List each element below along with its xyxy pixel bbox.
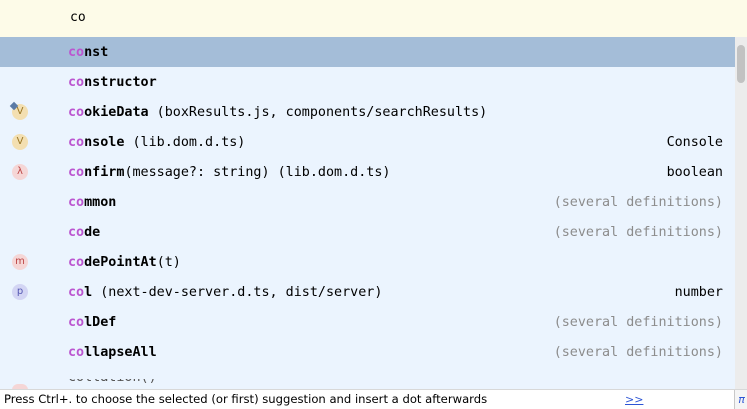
completion-item-name: nst [84,44,109,60]
completion-item-label: cookieData (boxResults.js, components/se… [68,105,487,120]
partial-item-text: collation() [68,379,188,385]
completion-item-label: colDef [68,315,116,330]
completion-match-prefix: co [68,254,85,270]
completion-item-name: mmon [84,194,117,210]
completion-item-detail: (next-dev-server.d.ts, dist/server) [92,284,383,300]
completion-item[interactable]: const [0,37,735,67]
completion-item[interactable]: Vconsole (lib.dom.d.ts) Console [0,127,735,157]
completion-item-label: const [68,45,108,60]
variable-icon: V [12,104,28,120]
completion-item-label: codePointAt(t) [68,255,181,270]
completion-item-name: de [84,224,101,240]
completion-scrollbar[interactable] [735,37,747,389]
completion-item-name: okieData [84,104,149,120]
completion-item[interactable]: VcookieData (boxResults.js, components/s… [0,97,735,127]
completion-item-name: l [84,284,93,300]
completion-item[interactable]: constructor [0,67,735,97]
function-icon: λ [12,164,28,180]
completion-item-type: boolean [666,164,723,180]
completion-item[interactable]: collapseAll (several definitions) [0,337,735,367]
completion-item-detail: (t) [156,254,181,270]
completion-item-detail: (message?: string) (lib.dom.d.ts) [124,164,391,180]
completion-item-type: (several definitions) [553,314,723,330]
completion-item[interactable]: code (several definitions) [0,217,735,247]
completion-item[interactable]: λ confirm(message?: string) (lib.dom.d.ts… [0,157,735,187]
completion-item-label: console (lib.dom.d.ts) [68,135,245,150]
variable-icon: V [12,134,28,150]
completion-item-name: lDef [84,314,117,330]
completion-match-prefix: co [68,284,85,300]
partial-item-label: collation() [68,379,188,389]
completion-item-type: number [674,284,723,300]
method-icon: m [12,254,28,270]
completion-item-label: constructor [68,75,157,90]
completion-match-prefix: co [68,164,85,180]
completion-item-type: (several definitions) [553,224,723,240]
completion-item-detail: (lib.dom.d.ts) [124,134,246,150]
completion-item-label: confirm(message?: string) (lib.dom.d.ts) [68,165,390,180]
completion-item-label: common [68,195,116,210]
editor-current-line[interactable]: co [0,0,747,37]
scrollbar-thumb[interactable] [737,45,745,83]
completion-item-type: Console [666,134,723,150]
completion-item[interactable]: m codePointAt(t) [0,247,735,277]
pi-icon[interactable]: π [734,390,747,409]
completion-item-label: code [68,225,100,240]
completion-item-name: nsole [84,134,125,150]
typed-text: co [70,10,86,25]
completion-match-prefix: co [68,74,85,90]
completion-item-name: nfirm [84,164,125,180]
completion-match-prefix: co [68,104,85,120]
completion-item-type: (several definitions) [553,194,723,210]
completion-hint-text: Press Ctrl+. to choose the selected (or … [4,392,488,406]
completion-match-prefix: co [68,44,85,60]
completion-item-type: (several definitions) [553,344,723,360]
completion-match-prefix: co [68,224,85,240]
completion-item[interactable]: common (several definitions) [0,187,735,217]
completion-match-prefix: co [68,134,85,150]
completion-item[interactable]: colDef (several definitions) [0,307,735,337]
completion-match-prefix: co [68,194,85,210]
completion-item-detail: (boxResults.js, components/searchResults… [148,104,488,120]
more-link[interactable]: >> [625,390,643,409]
completion-item-name: llapseAll [84,344,157,360]
completion-match-prefix: co [68,314,85,330]
completion-item-name: dePointAt [84,254,157,270]
completion-popup: const constructor VcookieData (boxResults.… [0,37,735,389]
completion-item[interactable]: p col (next-dev-server.d.ts, dist/server)… [0,277,735,307]
completion-match-prefix: co [68,344,85,360]
completion-item-label: col (next-dev-server.d.ts, dist/server) [68,285,382,300]
completion-item-name: nstructor [84,74,157,90]
completion-status-bar: Press Ctrl+. to choose the selected (or … [0,389,747,409]
completion-item-label: collapseAll [68,345,157,360]
property-icon: p [12,284,28,300]
